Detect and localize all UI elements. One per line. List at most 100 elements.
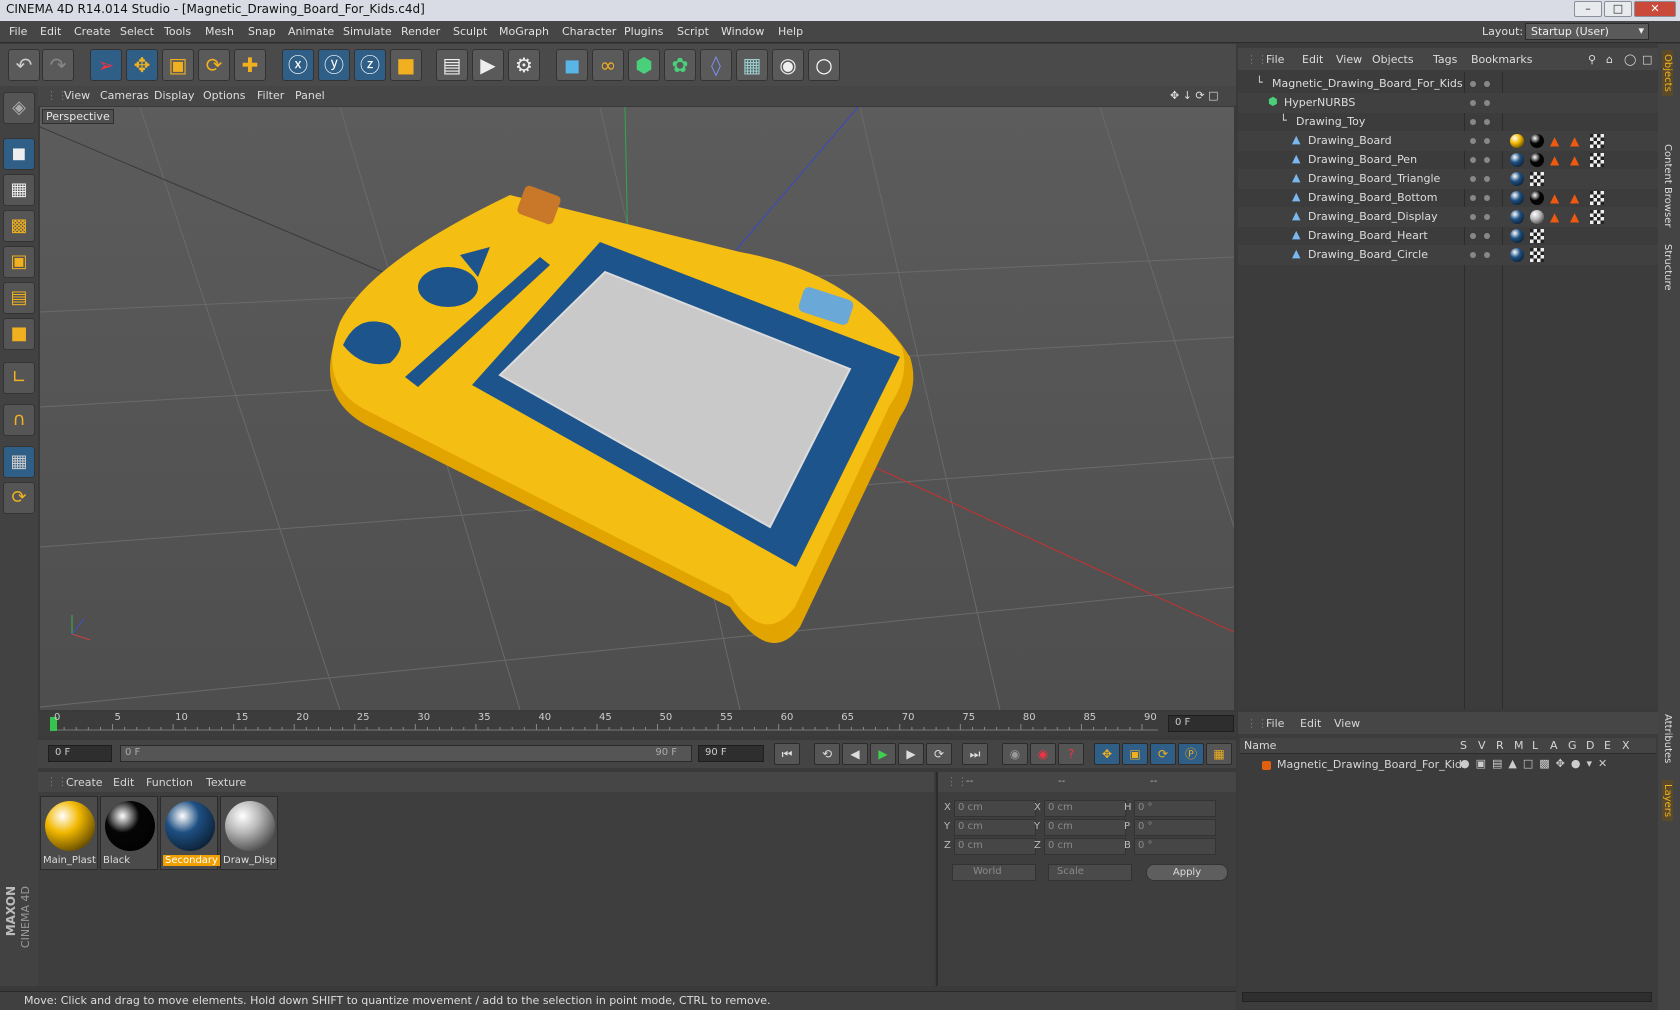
- uvw-tag-icon[interactable]: [1590, 153, 1604, 167]
- tab-content-browser[interactable]: Content Browser: [1662, 144, 1673, 227]
- render-dot[interactable]: [1484, 119, 1490, 125]
- object-row[interactable]: ▲ Drawing_Board ▲ ▲: [1238, 131, 1658, 151]
- render-settings-icon[interactable]: ⚙: [508, 49, 540, 81]
- minimize-button[interactable]: –: [1574, 1, 1602, 17]
- edges-mode-icon[interactable]: ▤: [3, 282, 35, 314]
- key-pla-icon[interactable]: ▦: [1206, 743, 1232, 765]
- object-row[interactable]: └ Magnetic_Drawing_Board_For_Kids: [1238, 74, 1658, 94]
- phong-tag-icon[interactable]: ▲: [1550, 210, 1564, 224]
- object-menu-view[interactable]: View: [1336, 53, 1362, 66]
- render-dot[interactable]: [1484, 100, 1490, 106]
- tab-structure[interactable]: Structure: [1662, 244, 1673, 291]
- menu-edit[interactable]: Edit: [40, 25, 61, 38]
- key-parameter-icon[interactable]: Ⓟ: [1178, 743, 1204, 765]
- uvw-tag-icon[interactable]: [1590, 191, 1604, 205]
- move-tool-icon[interactable]: ✥: [126, 49, 158, 81]
- object-menu-file[interactable]: File: [1266, 53, 1284, 66]
- menu-help[interactable]: Help: [778, 25, 803, 38]
- model-mode-icon[interactable]: ◼: [3, 138, 35, 170]
- menu-tools[interactable]: Tools: [164, 25, 191, 38]
- magnet-snap-icon[interactable]: ∩: [3, 404, 35, 436]
- material-menu-texture[interactable]: Texture: [206, 776, 246, 789]
- material-tag-icon[interactable]: [1530, 134, 1544, 148]
- spline-icon[interactable]: ∞: [592, 49, 624, 81]
- uvw-tag-icon[interactable]: [1530, 229, 1544, 243]
- polygons-mode-icon[interactable]: ■: [3, 318, 35, 350]
- layer-row[interactable]: Magnetic_Drawing_Board_For_Kids ●▣▤▲□▩✥●…: [1240, 756, 1656, 774]
- menu-file[interactable]: File: [9, 25, 27, 38]
- render-dot[interactable]: [1484, 81, 1490, 87]
- render-dot[interactable]: [1484, 176, 1490, 182]
- camera-icon[interactable]: ◉: [772, 49, 804, 81]
- material-tag-icon[interactable]: [1530, 153, 1544, 167]
- render-dot[interactable]: [1484, 195, 1490, 201]
- menu-plugins[interactable]: Plugins: [624, 25, 663, 38]
- coordinate-space-dropdown[interactable]: World: [952, 864, 1036, 881]
- phong-tag-icon[interactable]: ▲: [1570, 210, 1584, 224]
- new-view-icon[interactable]: □: [1642, 53, 1652, 66]
- object-row[interactable]: ▲ Drawing_Board_Bottom ▲ ▲: [1238, 188, 1658, 208]
- material-menu-create[interactable]: Create: [66, 776, 103, 789]
- play-icon[interactable]: ▶: [870, 743, 896, 765]
- render-dot[interactable]: [1484, 157, 1490, 163]
- phong-tag-icon[interactable]: ▲: [1570, 153, 1584, 167]
- visibility-dot[interactable]: [1470, 195, 1476, 201]
- menu-mesh[interactable]: Mesh: [205, 25, 234, 38]
- coordinate-value-field[interactable]: 0 cm: [954, 819, 1036, 836]
- viewport-menu-view[interactable]: View: [64, 89, 90, 102]
- home-icon[interactable]: ⌂: [1606, 53, 1613, 66]
- light-icon[interactable]: ○: [808, 49, 840, 81]
- nurbs-icon[interactable]: ⬢: [628, 49, 660, 81]
- visibility-dot[interactable]: [1470, 119, 1476, 125]
- cube-primitive-icon[interactable]: ◼: [556, 49, 588, 81]
- filter-icon[interactable]: ◯: [1624, 53, 1636, 66]
- redo-button[interactable]: ↷: [42, 49, 74, 81]
- object-row[interactable]: ▲ Drawing_Board_Triangle: [1238, 169, 1658, 189]
- viewport-menu-panel[interactable]: Panel: [295, 89, 325, 102]
- apply-button[interactable]: Apply: [1146, 864, 1228, 881]
- goto-end-icon[interactable]: ⏭: [962, 743, 988, 765]
- phong-tag-icon[interactable]: ▲: [1570, 134, 1584, 148]
- menu-render[interactable]: Render: [401, 25, 440, 38]
- object-row[interactable]: ▲ Drawing_Board_Circle: [1238, 245, 1658, 265]
- uvw-tag-icon[interactable]: [1590, 210, 1604, 224]
- render-picture-viewer-icon[interactable]: ▶: [472, 49, 504, 81]
- z-axis-lock-icon[interactable]: ⓩ: [354, 49, 386, 81]
- scale-tool-icon[interactable]: ▣: [162, 49, 194, 81]
- layout-dropdown[interactable]: Startup (User) ▾: [1525, 23, 1649, 40]
- record-keys-icon[interactable]: ◉: [1002, 743, 1028, 765]
- scale-mode-dropdown[interactable]: Scale: [1048, 864, 1132, 881]
- layer-toggle-icons[interactable]: ●▣▤▲□▩✥●▾✕: [1460, 757, 1613, 770]
- key-scale-icon[interactable]: ▣: [1122, 743, 1148, 765]
- material-tag-icon[interactable]: [1510, 153, 1524, 167]
- visibility-dot[interactable]: [1470, 176, 1476, 182]
- material-tag-icon[interactable]: [1510, 134, 1524, 148]
- make-editable-icon[interactable]: ◈: [3, 92, 35, 124]
- render-dot[interactable]: [1484, 138, 1490, 144]
- visibility-dot[interactable]: [1470, 157, 1476, 163]
- visibility-dot[interactable]: [1470, 233, 1476, 239]
- menu-create[interactable]: Create: [74, 25, 111, 38]
- material-draw-disp[interactable]: Draw_Disp: [220, 796, 278, 870]
- render-dot[interactable]: [1484, 233, 1490, 239]
- coordinate-value-field[interactable]: 0 cm: [1044, 800, 1126, 817]
- coordinate-value-field[interactable]: 0 °: [1134, 800, 1216, 817]
- y-axis-lock-icon[interactable]: ⓨ: [318, 49, 350, 81]
- material-tag-icon[interactable]: [1510, 229, 1524, 243]
- object-row[interactable]: ⬢ HyperNURBS: [1238, 93, 1658, 113]
- autokeying-icon[interactable]: ◉: [1030, 743, 1056, 765]
- previous-frame-icon[interactable]: ◀: [842, 743, 868, 765]
- frame-range-slider[interactable]: 0 F 90 F: [120, 745, 692, 762]
- next-key-icon[interactable]: ⟳: [926, 743, 952, 765]
- material-main-plast[interactable]: Main_Plast: [40, 796, 98, 870]
- object-row[interactable]: ▲ Drawing_Board_Pen ▲ ▲: [1238, 150, 1658, 170]
- workplane-lock-icon[interactable]: ▦: [3, 446, 35, 478]
- material-tag-icon[interactable]: [1510, 172, 1524, 186]
- visibility-dot[interactable]: [1470, 138, 1476, 144]
- layer-menu-edit[interactable]: Edit: [1300, 717, 1321, 730]
- key-rotation-icon[interactable]: ⟳: [1150, 743, 1176, 765]
- material-tag-icon[interactable]: [1510, 248, 1524, 262]
- scene-floor-icon[interactable]: ▦: [736, 49, 768, 81]
- visibility-dot[interactable]: [1470, 81, 1476, 87]
- coordinate-system-icon[interactable]: ■: [390, 49, 422, 81]
